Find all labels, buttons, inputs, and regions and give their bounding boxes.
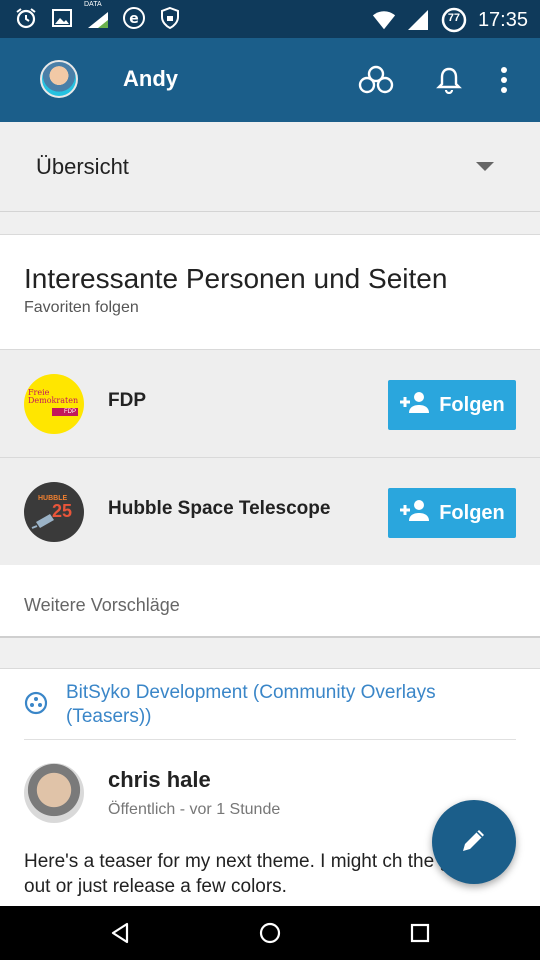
follow-button[interactable]: Folgen [388, 380, 516, 430]
alarm-icon [14, 6, 38, 30]
profile-avatar[interactable] [40, 60, 78, 98]
community-icon [24, 691, 48, 720]
recents-icon[interactable] [406, 919, 434, 947]
fdp-logo-text: Freie Demokraten [28, 388, 79, 405]
card-subtitle: Favoriten folgen [24, 299, 139, 316]
follow-label: Folgen [439, 393, 505, 416]
status-icons-left: DATA e [14, 1, 182, 30]
post-author[interactable]: chris hale [108, 767, 211, 793]
add-person-icon [399, 499, 431, 527]
app-bar: Andy [0, 38, 540, 122]
hubble-avatar[interactable]: HUBBLE 25 [24, 482, 84, 542]
compose-button[interactable] [432, 800, 516, 884]
fdp-logo-badge: FDP [52, 408, 78, 416]
suggestion-name[interactable]: FDP [108, 390, 146, 412]
cell-signal-icon [406, 8, 430, 32]
battery-level: 77 [447, 12, 461, 24]
dropdown-arrow-icon [476, 162, 494, 171]
e-icon: e [122, 6, 146, 30]
suggestions-card: Interessante Personen und Seiten Favorit… [0, 234, 540, 638]
suggestion-row[interactable]: HUBBLE 25 Hubble Space Telescope Folgen [0, 457, 540, 565]
follow-button[interactable]: Folgen [388, 488, 516, 538]
suggestion-row[interactable]: Freie Demokraten FDP FDP Folgen [0, 349, 540, 457]
post-meta: Öffentlich - vor 1 Stunde [108, 801, 281, 818]
fdp-avatar[interactable]: Freie Demokraten FDP [24, 374, 84, 434]
svg-text:e: e [129, 11, 139, 27]
stream-selector-value: Übersicht [36, 154, 129, 179]
battery-icon: 77 [440, 6, 468, 34]
user-name[interactable]: Andy [123, 66, 178, 92]
status-bar: DATA e 77 17:35 [0, 0, 540, 38]
circles-icon[interactable] [358, 62, 394, 98]
clock: 17:35 [477, 8, 528, 31]
navigation-bar [0, 906, 540, 960]
image-icon [50, 6, 74, 30]
home-icon[interactable] [256, 919, 284, 947]
card-title: Interessante Personen und Seiten [24, 263, 448, 294]
add-person-icon [399, 391, 431, 419]
wifi-icon [372, 8, 396, 32]
divider [24, 739, 516, 740]
follow-label: Folgen [439, 501, 505, 524]
telescope-icon [31, 514, 54, 529]
more-suggestions-link[interactable]: Weitere Vorschläge [24, 595, 180, 616]
stream-selector[interactable]: Übersicht [0, 122, 540, 212]
data-label: DATA [84, 1, 102, 8]
suggestion-name[interactable]: Hubble Space Telescope [108, 498, 330, 520]
notifications-icon[interactable] [431, 62, 467, 98]
community-link[interactable]: BitSyko Development (Community Overlays … [66, 681, 486, 729]
data-signal-icon: DATA [84, 1, 110, 30]
shield-icon [158, 6, 182, 30]
back-icon[interactable] [106, 919, 134, 947]
status-icons-right: 77 17:35 [372, 6, 528, 34]
author-avatar[interactable] [24, 763, 84, 823]
pencil-icon [459, 825, 489, 860]
overflow-menu-icon[interactable] [486, 62, 522, 98]
